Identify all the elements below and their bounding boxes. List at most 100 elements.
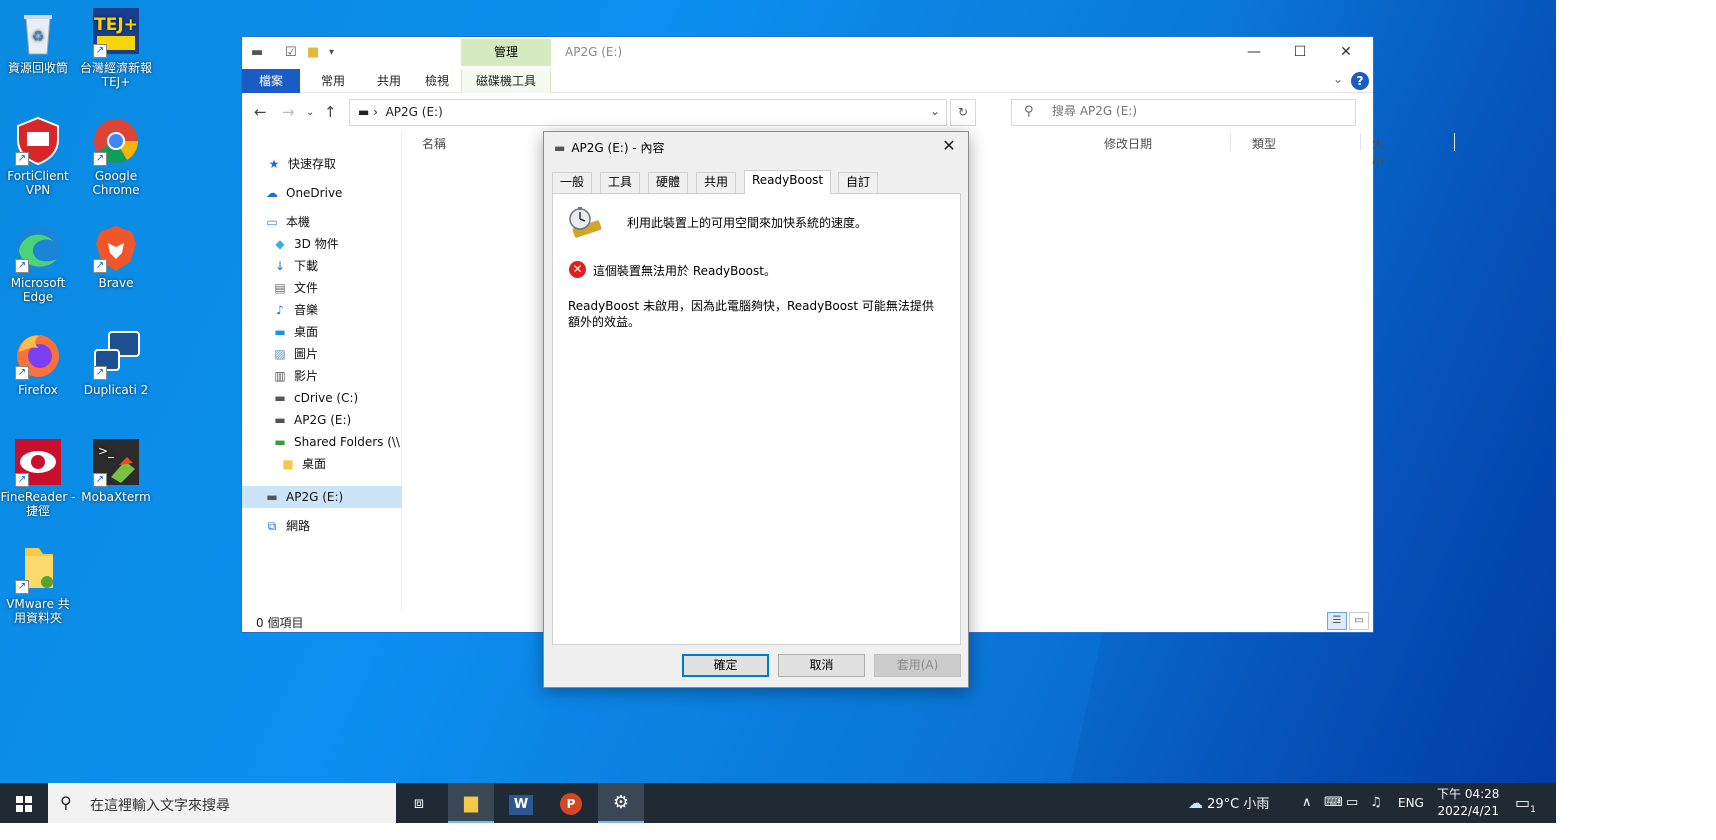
tab-tools[interactable]: 工具 [600,172,641,193]
nav-downloads[interactable]: ↓ 下載 [242,255,402,277]
desktop-icon-forticlient[interactable]: ↗ FortiClient VPN [0,116,76,197]
nav-documents[interactable]: ▤ 文件 [242,277,402,299]
desktop-icon-firefox[interactable]: ↗ Firefox [0,330,76,397]
nav-this-pc[interactable]: ▭ 本機 [242,211,402,233]
close-button[interactable]: ✕ [1323,41,1369,63]
clock[interactable]: 下午 04:28 2022/4/21 [1437,786,1499,820]
nav-onedrive[interactable]: ☁ OneDrive [242,182,402,204]
desktop-icon-edge[interactable]: ↗ Microsoft Edge [0,223,76,304]
tej-icon: TEJ+ ↗ [91,8,141,58]
desktop-icon-brave[interactable]: ↗ Brave [78,223,154,290]
tab-share[interactable]: 共用 [366,69,412,93]
column-separator[interactable] [1360,133,1361,151]
tab-home[interactable]: 常用 [310,69,356,93]
nav-label: 快速存取 [288,157,337,171]
column-type[interactable]: 類型 [1252,135,1276,152]
large-icons-view-icon[interactable]: ▭ [1349,612,1369,630]
column-separator[interactable] [1230,133,1231,151]
taskbar-search-box[interactable]: ⚲ 在這裡輸入文字來搜尋 [48,783,396,823]
desktop-icon-label: VMware 共 用資料夾 [6,597,70,625]
meet-now-icon[interactable]: ⌨ [1324,783,1343,823]
column-modified[interactable]: 修改日期 [1104,135,1152,152]
desktop-icon-tej[interactable]: TEJ+ ↗ 台灣經濟新報 TEJ+ [78,8,154,89]
nav-videos[interactable]: ▥ 影片 [242,365,402,387]
tab-general[interactable]: 一般 [552,172,593,193]
column-name[interactable]: 名稱 [422,135,446,152]
nav-ap2g-drive[interactable]: ▬ AP2G (E:) [242,409,402,431]
nav-desktop[interactable]: ▬ 桌面 [242,321,402,343]
properties-icon[interactable]: ☑ [285,45,297,60]
ribbon-tabs: 檔案 常用 共用 檢視 磁碟機工具 ⌄ ? [242,69,1373,93]
nav-label: AP2G (E:) [294,413,352,427]
help-icon[interactable]: ? [1351,72,1369,90]
desktop-icon-recycle-bin[interactable]: ♻ 資源回收筒 [0,8,76,75]
minimize-button[interactable]: — [1231,41,1277,63]
nav-3d-objects[interactable]: ◆ 3D 物件 [242,233,402,255]
tab-sharing[interactable]: 共用 [696,172,737,193]
recycle-bin-icon: ♻ [13,8,63,58]
nav-quick-access[interactable]: ★ 快速存取 [242,153,402,175]
up-icon[interactable]: ↑ [324,103,337,121]
word-taskbar-icon[interactable]: W [498,783,544,823]
ribbon-expand-icon[interactable]: ⌄ [1333,72,1343,86]
nav-label: 3D 物件 [294,237,339,251]
column-size[interactable]: 大小 [1372,135,1384,169]
powerpoint-taskbar-icon[interactable]: P [548,783,594,823]
back-icon[interactable]: ← [254,103,267,121]
weather-widget[interactable]: ☁ 29°C 小雨 [1188,783,1269,823]
address-bar[interactable]: ▬ › AP2G (E:) ⌄ [349,99,947,126]
nav-music[interactable]: ♪ 音樂 [242,299,402,321]
volume-icon[interactable]: ♫ [1370,783,1382,823]
tab-hardware[interactable]: 硬體 [648,172,689,193]
nav-ap2g-root[interactable]: ▬ AP2G (E:) [242,486,402,508]
desktop-icon-finereader[interactable]: ↗ FineReader - 捷徑 [0,437,76,518]
tab-file[interactable]: 檔案 [242,69,300,93]
notification-center-icon[interactable]: ▭1 [1515,783,1536,823]
network-icon[interactable]: ▭ [1346,783,1358,823]
task-view-icon[interactable]: ⧈ [396,783,442,823]
clock-date: 2022/4/21 [1437,804,1499,818]
desktop-icon-chrome[interactable]: ↗ Google Chrome [78,116,154,197]
tab-drive-tools[interactable]: 磁碟機工具 [461,69,551,93]
desktop-icon-label: 台灣經濟新報 TEJ+ [79,61,152,89]
nav-shared-desktop[interactable]: ■ 桌面 [242,453,402,475]
address-dropdown-icon[interactable]: ⌄ [930,104,940,118]
nav-pictures[interactable]: ▨ 圖片 [242,343,402,365]
forward-icon[interactable]: → [282,103,295,121]
tab-readyboost[interactable]: ReadyBoost [744,170,832,194]
settings-taskbar-icon[interactable]: ⚙ [598,783,644,823]
tab-customize[interactable]: 自訂 [838,172,879,193]
nav-shared-folders[interactable]: ▬ Shared Folders (\\ [242,431,402,453]
svg-text:TEJ+: TEJ+ [94,15,138,35]
tab-view[interactable]: 檢視 [414,69,460,93]
network-icon: ⧉ [267,519,277,533]
customize-qat-icon[interactable]: ▾ [329,47,334,58]
start-button[interactable] [0,783,48,823]
cancel-button[interactable]: 取消 [778,654,865,677]
search-input[interactable] [1052,104,1342,118]
apply-button[interactable]: 套用(A) [874,654,961,677]
new-folder-icon[interactable]: ■ [307,45,319,60]
nav-label: AP2G (E:) [286,490,344,504]
contextual-tab-manage[interactable]: 管理 [461,39,551,66]
empty-area [1556,0,1716,840]
desktop-icon-label: Google Chrome [92,169,140,197]
recent-locations-icon[interactable]: ⌄ [306,107,314,118]
folder-icon: ■ [282,457,294,471]
show-hidden-icons-icon[interactable]: ∧ [1302,783,1312,823]
column-separator[interactable] [1454,133,1455,151]
nav-cdrive[interactable]: ▬ cDrive (C:) [242,387,402,409]
input-language[interactable]: ENG [1398,783,1424,823]
dialog-close-button[interactable]: ✕ [936,135,962,157]
details-view-icon[interactable]: ☰ [1327,612,1347,630]
maximize-button[interactable]: ☐ [1277,41,1323,63]
desktop-icon-duplicati[interactable]: ↗ Duplicati 2 [78,330,154,397]
desktop-icon-mobaxterm[interactable]: >_ ↗ MobaXterm [78,437,154,504]
refresh-button[interactable]: ↻ [950,99,976,126]
search-box[interactable]: ⚲ [1011,99,1356,126]
file-explorer-taskbar-icon[interactable]: ▆ [448,783,494,823]
nav-network[interactable]: ⧉ 網路 [242,515,402,537]
quick-access-toolbar: ▬ ☑ ■ ▾ 管理 AP2G (E:) — ☐ ✕ [242,37,1373,69]
ok-button[interactable]: 確定 [682,654,769,677]
desktop-icon-vmware-folder[interactable]: ↗ VMware 共 用資料夾 [0,544,76,625]
